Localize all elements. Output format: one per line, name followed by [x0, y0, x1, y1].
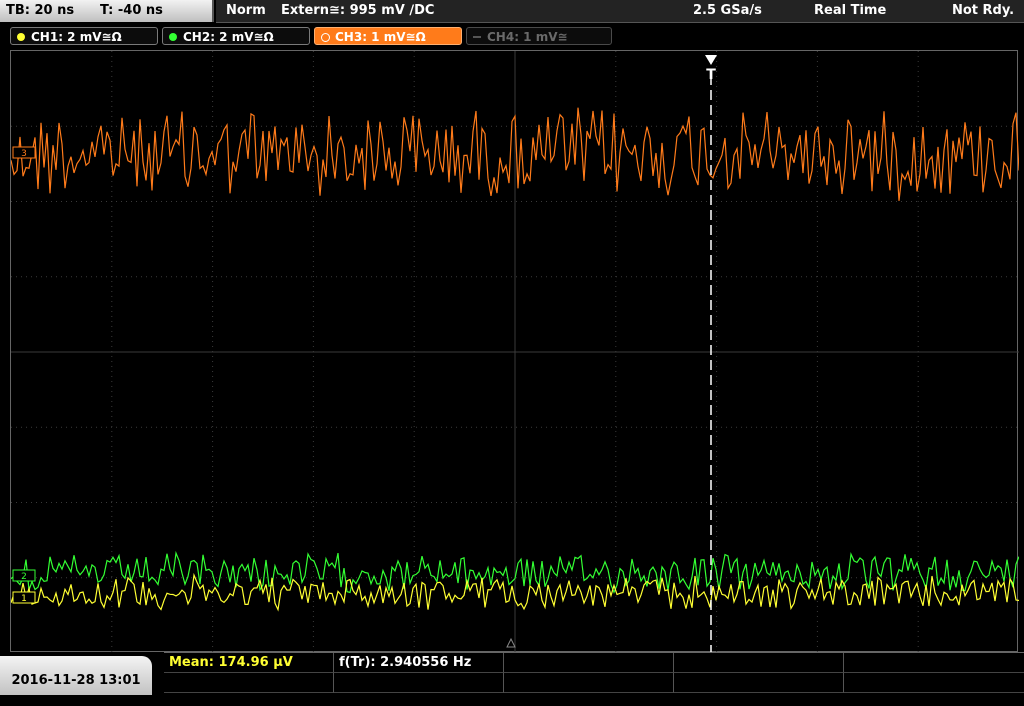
- channel-4-button[interactable]: CH4: 1 mV≅: [466, 27, 612, 45]
- ch1-dot-icon: [17, 33, 25, 41]
- channel-1-button[interactable]: CH1: 2 mV≅Ω: [10, 27, 158, 45]
- mean-measurement[interactable]: Mean: 174.96 µV: [164, 653, 334, 673]
- channel-2-label: CH2: 2 mV≅Ω: [183, 30, 274, 44]
- acquisition-mode: Real Time: [814, 3, 887, 18]
- channel-2-button[interactable]: CH2: 2 mV≅Ω: [162, 27, 310, 45]
- measurement-slot-6[interactable]: [164, 673, 334, 693]
- channel-1-label: CH1: 2 mV≅Ω: [31, 30, 122, 44]
- trigger-mode: Norm: [226, 3, 266, 18]
- measurement-slot-5[interactable]: [844, 653, 1024, 673]
- date-time: 2016-11-28 13:01: [0, 656, 152, 695]
- waveform-display[interactable]: T 3 2 1: [10, 50, 1019, 653]
- timebase-label: TB: 20 ns: [6, 3, 75, 18]
- trigger-offset-label: T: -40 ns: [100, 3, 163, 18]
- sample-rate: 2.5 GSa/s: [693, 3, 762, 18]
- center-marker-icon: [506, 637, 516, 648]
- channel-bar: CH1: 2 mV≅Ω CH2: 2 mV≅Ω CH3: 1 mV≅Ω CH4:…: [0, 26, 1024, 48]
- measurement-slot-9[interactable]: [674, 673, 844, 693]
- grid: [11, 51, 1019, 653]
- measurement-slot-3[interactable]: [504, 653, 674, 673]
- trigger-arrow-icon[interactable]: [705, 55, 717, 65]
- ch4-off-icon: [473, 36, 481, 38]
- trigger-source: Extern≅: 995 mV ∕DC: [281, 3, 435, 18]
- ch2-marker-label: 2: [21, 572, 27, 582]
- measurement-slot-4[interactable]: [674, 653, 844, 673]
- waveform-canvas[interactable]: T 3 2 1: [11, 51, 1019, 653]
- ch2-dot-icon: [169, 33, 177, 41]
- top-status-bar: TB: 20 ns T: -40 ns Norm Extern≅: 995 mV…: [0, 0, 1024, 24]
- measurement-slot-7[interactable]: [334, 673, 504, 693]
- ch1-marker-label: 1: [21, 594, 27, 604]
- ch3-dot-icon: [321, 33, 330, 42]
- run-state: Not Rdy.: [952, 3, 1015, 18]
- channel-3-label: CH3: 1 mV≅Ω: [335, 30, 426, 44]
- measurement-slot-8[interactable]: [504, 673, 674, 693]
- timebase-box[interactable]: TB: 20 ns T: -40 ns: [0, 0, 214, 22]
- ch1-offset-marker[interactable]: 1: [12, 591, 36, 604]
- trigger-marker-label: T: [706, 67, 716, 83]
- channel-3-button[interactable]: CH3: 1 mV≅Ω: [314, 27, 462, 45]
- trigger-frequency[interactable]: f(Tr): 2.940556 Hz: [334, 653, 504, 673]
- measurement-slot-10[interactable]: [844, 673, 1024, 693]
- channel-4-label: CH4: 1 mV≅: [487, 30, 568, 44]
- measurement-panel[interactable]: Mean: 174.96 µV f(Tr): 2.940556 Hz: [164, 652, 1024, 696]
- acquisition-status[interactable]: Norm Extern≅: 995 mV ∕DC 2.5 GSa/s Real …: [216, 0, 1024, 23]
- ch3-offset-marker[interactable]: 3: [12, 146, 36, 159]
- ch3-marker-label: 3: [21, 149, 27, 159]
- ch2-offset-marker[interactable]: 2: [12, 569, 36, 582]
